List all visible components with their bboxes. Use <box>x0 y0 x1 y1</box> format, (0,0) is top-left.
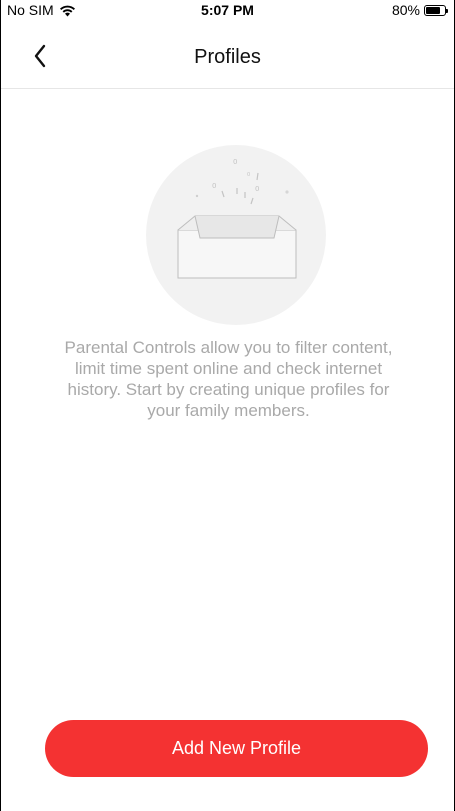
battery-fill <box>426 6 441 14</box>
status-bar: No SIM 5:07 PM 80% <box>1 0 454 22</box>
add-new-profile-button[interactable]: Add New Profile <box>45 720 428 777</box>
illustration-digit: 0 <box>255 185 259 193</box>
empty-tray-icon: 0 0 0 0 <box>146 145 326 325</box>
battery-percent: 80% <box>391 2 420 18</box>
status-right: 80% <box>391 2 448 18</box>
status-time: 5:07 PM <box>201 2 254 18</box>
empty-state-description: Parental Controls allow you to filter co… <box>64 338 393 420</box>
profiles-screen: No SIM 5:07 PM 80% Profiles 0 0 0 0 Pare… <box>0 0 455 811</box>
illustration-digit: 0 <box>247 172 250 178</box>
battery-icon <box>424 4 448 16</box>
illustration-digit: 0 <box>212 182 216 190</box>
navigation-bar: Profiles <box>1 22 454 89</box>
page-title: Profiles <box>194 46 261 68</box>
empty-tray-illustration: 0 0 0 0 <box>145 144 327 326</box>
illustration-digit: 0 <box>233 158 237 166</box>
battery-cap <box>446 8 448 13</box>
